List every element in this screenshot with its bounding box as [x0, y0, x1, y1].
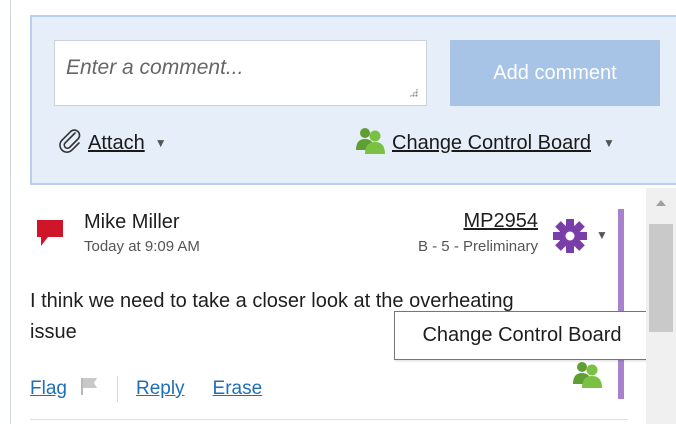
pane-left-border: [10, 0, 11, 424]
change-control-board-selector[interactable]: Change Control Board ▼: [354, 126, 615, 160]
people-icon[interactable]: [571, 360, 603, 393]
people-icon: [354, 126, 386, 160]
gear-icon[interactable]: [550, 216, 590, 261]
resize-grip-icon[interactable]: [409, 88, 418, 97]
add-comment-button[interactable]: Add comment: [450, 40, 660, 106]
scrollbar[interactable]: [646, 188, 676, 424]
comment-input-placeholder: Enter a comment...: [66, 56, 244, 79]
chevron-down-icon: ▼: [603, 136, 615, 150]
comment-divider: [30, 419, 628, 420]
erase-link[interactable]: Erase: [213, 378, 263, 400]
board-tooltip: Change Control Board: [394, 311, 650, 360]
comment-actions: Flag Reply Erase: [30, 376, 262, 402]
action-divider: [116, 376, 118, 402]
comment-timestamp: Today at 9:09 AM: [84, 238, 200, 255]
flag-link[interactable]: Flag: [30, 378, 67, 400]
chevron-down-icon: ▼: [154, 136, 167, 150]
comment-flag-icon: [36, 220, 64, 253]
comment-author[interactable]: Mike Miller: [84, 211, 180, 234]
document-id-link[interactable]: MP2954: [464, 210, 539, 233]
reply-link[interactable]: Reply: [136, 378, 185, 400]
board-label: Change Control Board: [392, 131, 592, 154]
document-status: B - 5 - Preliminary: [417, 238, 538, 255]
paperclip-icon: [56, 126, 84, 160]
chevron-down-icon[interactable]: ▼: [596, 228, 608, 242]
scroll-thumb[interactable]: [649, 224, 673, 332]
comment-input[interactable]: Enter a comment...: [54, 40, 427, 106]
scroll-up-arrow-icon[interactable]: [656, 200, 666, 206]
comment-accent-bar: [618, 209, 624, 399]
flag-icon[interactable]: [79, 376, 99, 402]
attach-button[interactable]: Attach ▼: [56, 126, 167, 160]
attach-label: Attach: [88, 131, 145, 154]
